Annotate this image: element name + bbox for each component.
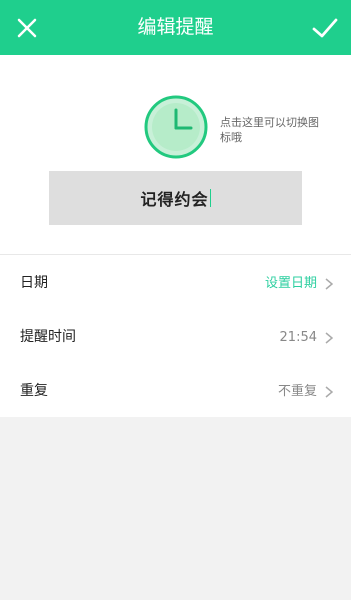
edit-panel: 点击这里可以切换图标哦 记得约会 日期 设置日期 提醒时间 21:54 重复 不… bbox=[0, 55, 351, 417]
top-bar: 编辑提醒 bbox=[0, 0, 351, 55]
row-repeat[interactable]: 重复 不重复 bbox=[0, 365, 351, 418]
chevron-right-icon bbox=[325, 386, 333, 398]
row-value: 21:54 bbox=[279, 330, 317, 345]
chevron-right-icon bbox=[325, 332, 333, 344]
divider bbox=[0, 254, 351, 255]
row-value: 不重复 bbox=[277, 384, 317, 399]
row-label: 提醒时间 bbox=[20, 329, 76, 345]
row-date[interactable]: 日期 设置日期 bbox=[0, 257, 351, 310]
row-label: 重复 bbox=[20, 383, 48, 399]
reminder-title-value: 记得约会 bbox=[140, 190, 209, 209]
icon-hint-text: 点击这里可以切换图标哦 bbox=[220, 116, 319, 144]
page-title: 编辑提醒 bbox=[137, 16, 214, 38]
row-label: 日期 bbox=[20, 275, 48, 291]
row-reminder-time[interactable]: 提醒时间 21:54 bbox=[0, 311, 351, 364]
clock-icon bbox=[144, 95, 208, 159]
reminder-title-input[interactable]: 记得约会 bbox=[49, 171, 302, 225]
row-value: 设置日期 bbox=[264, 276, 317, 291]
confirm-button[interactable] bbox=[309, 12, 341, 44]
icon-picker[interactable] bbox=[144, 95, 208, 159]
text-caret bbox=[209, 189, 211, 207]
check-icon bbox=[312, 18, 338, 38]
chevron-right-icon bbox=[325, 278, 333, 290]
